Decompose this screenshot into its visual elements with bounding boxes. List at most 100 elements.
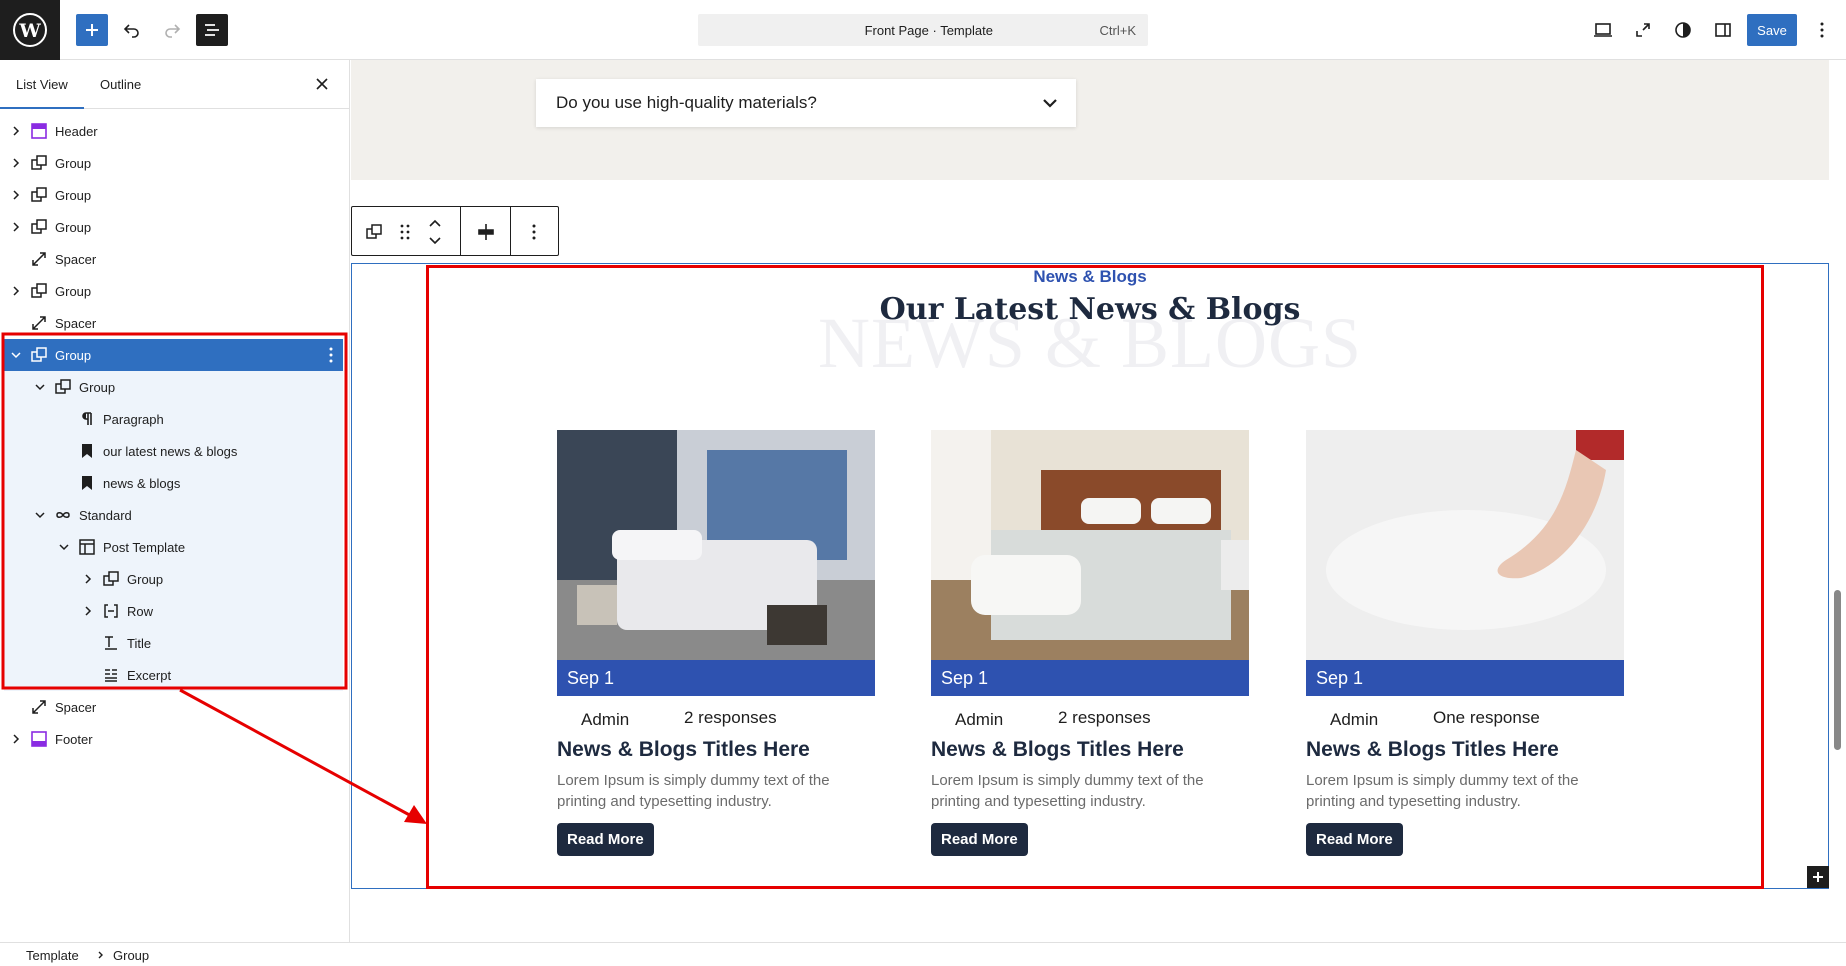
list-view-icon xyxy=(205,24,219,36)
tree-item-group[interactable]: Group xyxy=(0,275,350,307)
tree-item-row[interactable]: Row xyxy=(4,595,343,627)
breadcrumb: Template Group xyxy=(0,942,1846,966)
chevron-right-icon xyxy=(98,951,103,959)
breadcrumb-group[interactable]: Group xyxy=(113,948,149,963)
tab-list-view[interactable]: List View xyxy=(0,60,84,109)
faq-question: Do you use high-quality materials? xyxy=(556,93,817,112)
panel-tabs: List View Outline xyxy=(0,60,349,109)
save-button[interactable]: Save xyxy=(1747,14,1797,46)
tree-item-label: Spacer xyxy=(55,316,97,331)
group-icon xyxy=(31,283,47,298)
chevron-right-icon[interactable] xyxy=(11,734,21,744)
styles-button[interactable] xyxy=(1667,14,1699,46)
tree-item-label: Group xyxy=(55,220,92,235)
tree-item-label: Row xyxy=(127,604,154,619)
chevron-down-icon[interactable] xyxy=(35,510,45,520)
tree-item-group[interactable]: Group xyxy=(0,147,350,179)
document-overview-button[interactable] xyxy=(196,14,228,46)
annotation-highlight-box xyxy=(426,265,1764,889)
tree-item-label: Group xyxy=(55,348,92,363)
scrollbar-thumb[interactable] xyxy=(1834,590,1841,750)
chevron-down-icon[interactable] xyxy=(1042,95,1058,111)
editor-canvas: Do you use high-quality materials? NEWS … xyxy=(351,60,1829,942)
tree-item-heading[interactable]: news & blogs xyxy=(4,467,343,499)
wordpress-logo-icon[interactable]: W xyxy=(0,0,60,60)
add-block-button[interactable] xyxy=(76,14,108,46)
tree-item-label: Excerpt xyxy=(127,668,172,683)
tree-item-group[interactable]: Group xyxy=(4,371,343,403)
tree-item-group-selected[interactable]: Group xyxy=(4,339,343,371)
move-up-down-icon[interactable] xyxy=(428,217,442,247)
editor-top-bar: W Front Page · Template Ctrl+K Save xyxy=(0,0,1846,60)
canvas-scrollbar[interactable] xyxy=(1829,60,1846,942)
chevron-down-icon[interactable] xyxy=(59,542,69,552)
more-vertical-icon[interactable] xyxy=(329,347,333,363)
tree-item-excerpt[interactable]: Excerpt xyxy=(4,659,343,691)
align-icon[interactable] xyxy=(476,222,496,242)
tree-item-label: Footer xyxy=(55,732,93,747)
undo-button[interactable] xyxy=(116,14,148,46)
plus-icon xyxy=(1813,872,1823,882)
block-inserter-button[interactable] xyxy=(1807,866,1829,888)
tree-item-label: Standard xyxy=(79,508,132,523)
bookmark-icon xyxy=(82,476,92,490)
tree-item-spacer[interactable]: Spacer xyxy=(0,691,350,723)
tree-item-label: Spacer xyxy=(55,700,97,715)
spacer-icon xyxy=(32,252,46,266)
toolbar-separator xyxy=(460,207,461,255)
svg-text:W: W xyxy=(18,20,41,42)
tree-item-query-loop[interactable]: Standard xyxy=(4,499,343,531)
faq-accordion-item[interactable]: Do you use high-quality materials? xyxy=(536,79,1076,127)
tree-item-group[interactable]: Group xyxy=(4,563,343,595)
chevron-right-icon[interactable] xyxy=(11,158,21,168)
loop-icon xyxy=(56,512,70,518)
tree-item-group[interactable]: Group xyxy=(0,211,350,243)
tree-item-heading[interactable]: our latest news & blogs xyxy=(4,435,343,467)
redo-button[interactable] xyxy=(156,14,188,46)
tree-item-header[interactable]: Header xyxy=(0,115,350,147)
plus-icon xyxy=(86,24,98,36)
redo-icon xyxy=(165,24,181,38)
list-view-panel: List View Outline Header Group Group Gro… xyxy=(0,60,350,942)
chevron-right-icon[interactable] xyxy=(83,606,93,616)
tree-item-footer[interactable]: Footer xyxy=(0,723,350,755)
faq-section: Do you use high-quality materials? xyxy=(351,60,1829,180)
desktop-icon xyxy=(1594,23,1612,37)
layout-icon xyxy=(79,539,95,555)
tree-item-label: Group xyxy=(79,380,116,395)
tree-item-label: Group xyxy=(55,284,92,299)
view-button[interactable] xyxy=(1587,14,1619,46)
tab-outline[interactable]: Outline xyxy=(100,60,141,109)
chevron-down-icon[interactable] xyxy=(35,382,45,392)
more-vertical-icon[interactable] xyxy=(532,224,536,240)
chevron-right-icon[interactable] xyxy=(11,286,21,296)
options-menu-button[interactable] xyxy=(1806,14,1838,46)
chevron-right-icon[interactable] xyxy=(83,574,93,584)
chevron-right-icon[interactable] xyxy=(11,190,21,200)
tree-item-label: Spacer xyxy=(55,252,97,267)
chevron-right-icon[interactable] xyxy=(11,222,21,232)
group-icon xyxy=(103,571,119,586)
group-icon[interactable] xyxy=(366,224,382,240)
group-icon xyxy=(31,187,47,202)
tree-item-spacer[interactable]: Spacer xyxy=(0,243,350,275)
drag-handle-icon[interactable] xyxy=(400,223,410,241)
close-icon[interactable] xyxy=(313,75,331,93)
command-palette-button[interactable]: Front Page · Template Ctrl+K xyxy=(698,14,1148,46)
chevron-down-icon[interactable] xyxy=(11,350,21,360)
chevron-right-icon[interactable] xyxy=(11,126,21,136)
fullscreen-button[interactable] xyxy=(1627,14,1659,46)
tree-item-group[interactable]: Group xyxy=(0,179,350,211)
row-icon xyxy=(104,604,118,618)
breadcrumb-template[interactable]: Template xyxy=(26,948,79,963)
tree-item-paragraph[interactable]: Paragraph xyxy=(4,403,343,435)
group-icon xyxy=(31,219,47,234)
tree-item-title[interactable]: Title xyxy=(4,627,343,659)
tree-item-label: Paragraph xyxy=(103,412,164,427)
tree-item-label: news & blogs xyxy=(103,476,181,491)
tree-item-spacer[interactable]: Spacer xyxy=(0,307,350,339)
group-icon xyxy=(31,347,47,362)
settings-sidebar-button[interactable] xyxy=(1707,14,1739,46)
tree-item-post-template[interactable]: Post Template xyxy=(4,531,343,563)
tree-item-label: Title xyxy=(127,636,152,651)
